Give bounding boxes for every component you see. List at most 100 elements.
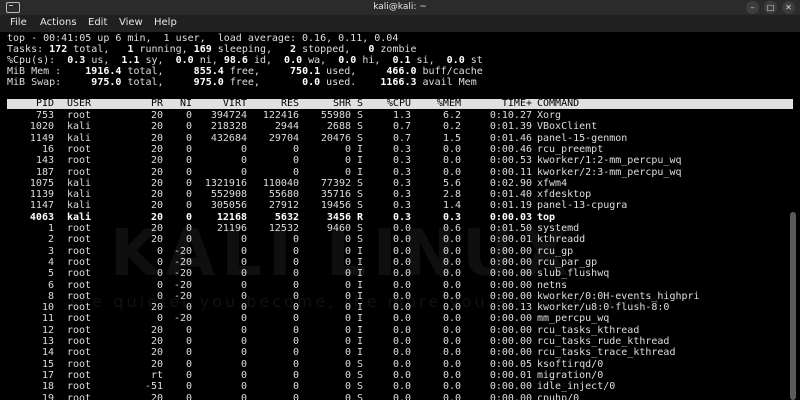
cell-ni: 0 (185, 132, 192, 144)
cell-time: 0:10.27 (489, 110, 532, 121)
cell-res: 122416 (262, 110, 299, 121)
menu-file[interactable]: File (10, 17, 27, 28)
cell-pid: 1147 (29, 200, 54, 212)
cell-cmd: kthreadd (537, 234, 586, 246)
cell-time: 0:00.00 (489, 279, 532, 291)
cell-cpu: 0.0 (392, 336, 411, 347)
cell-res: 0 (292, 166, 299, 178)
cell-pid: 1075 (29, 177, 54, 189)
cell-time: 0:00.00 (489, 324, 532, 336)
cell-pid: 3 (47, 245, 54, 257)
cell-cmd: idle_inject/0 (537, 381, 616, 393)
cell-shr: 9460 (326, 223, 351, 234)
cell-mem: 0.6 (442, 223, 461, 234)
cell-s: S (357, 110, 364, 121)
cell-time: 0:01.40 (489, 189, 532, 201)
cell-pid: 11 (41, 313, 54, 325)
table-row: 143 root 20 0 0 0 0 I 0.3 0.0 0:00.53 kworker/1:2-m… (7, 155, 793, 166)
cell-time: 0:01.46 (489, 132, 532, 144)
cell-user: kali (67, 189, 92, 201)
table-row: 12 root 20 0 0 0 0 I 0.0 0.0 0:00.00 rcu_tasks_kthr… (7, 325, 793, 336)
cell-virt: 552908 (210, 189, 247, 201)
table-row: 5 root 0 -20 0 0 0 I 0.0 0.0 0:00.00 slub_flushwq (7, 268, 793, 279)
menu-bar: File Actions Edit View Help (0, 15, 800, 32)
cell-virt: 218328 (210, 121, 247, 133)
cell-pr: 20 (150, 336, 163, 347)
menu-view[interactable]: View (119, 17, 143, 28)
cell-shr: 20476 (320, 132, 351, 144)
cell-ni: 0 (185, 347, 192, 359)
terminal-area[interactable]: KALI LINUX the quieter you become, the m… (0, 32, 800, 400)
cell-pid: 4063 (29, 211, 54, 223)
cell-virt: 0 (240, 256, 247, 268)
cell-ni: 0 (185, 392, 192, 400)
cell-ni: -20 (173, 245, 192, 257)
cell-cmd: Xorg (537, 110, 562, 121)
cell-virt: 0 (240, 166, 247, 178)
cell-virt: 305056 (210, 200, 247, 212)
cell-pid: 8 (47, 290, 54, 302)
cell-cpu: 0.0 (392, 234, 411, 246)
cell-cpu: 0.0 (392, 347, 411, 359)
cell-virt: 0 (240, 245, 247, 257)
cell-pr: 20 (150, 143, 163, 155)
cell-cpu: 0.3 (392, 189, 411, 201)
cell-pid: 5 (47, 268, 54, 280)
cell-pr: 0 (156, 245, 163, 257)
cell-cmd: kworker/u8:0-flush-8:0 (537, 302, 670, 314)
table-row: 11 root 0 -20 0 0 0 I 0.0 0.0 0:00.00 mm_percpu_wq (7, 313, 793, 324)
cell-s: I (357, 245, 364, 257)
cell-cmd: VBoxClient (537, 121, 598, 133)
cell-user: kali (67, 177, 92, 189)
column-header-ni: NI (179, 98, 192, 109)
cell-mem: 0.0 (442, 313, 461, 325)
cell-res: 0 (292, 245, 299, 257)
close-button[interactable]: ✕ (782, 1, 795, 14)
cell-pid: 1139 (29, 189, 54, 201)
cell-virt: 0 (240, 336, 247, 347)
cell-time: 0:00.03 (489, 211, 532, 223)
cell-time: 0:01.19 (489, 200, 532, 212)
cell-cpu: 0.0 (392, 302, 411, 314)
table-row: 8 root 0 -20 0 0 0 I 0.0 0.0 0:00.00 kworker/0:0H-e… (7, 291, 793, 302)
cell-mem: 2.8 (442, 189, 461, 201)
minimize-button[interactable]: – (746, 1, 759, 14)
cell-cmd: kworker/1:2-mm_percpu_wq (537, 155, 682, 167)
cell-user: kali (67, 132, 92, 144)
cell-mem: 0.0 (442, 347, 461, 359)
cell-cmd: cpuhp/0 (537, 392, 580, 400)
cell-user: root (67, 336, 92, 347)
column-header-virt: VIRT (222, 98, 247, 109)
cell-user: kali (67, 200, 92, 212)
menu-actions[interactable]: Actions (40, 17, 77, 28)
cell-res: 0 (292, 279, 299, 291)
cell-virt: 432684 (210, 132, 247, 144)
cell-cpu: 1.3 (392, 110, 411, 121)
cell-user: root (67, 313, 92, 325)
cell-shr: 0 (344, 143, 351, 155)
cell-pr: 0 (156, 290, 163, 302)
column-header-s: S (357, 98, 364, 109)
cell-pid: 1149 (29, 132, 54, 144)
table-row: 187 root 20 0 0 0 0 I 0.3 0.0 0:00.11 kworker/2:3-m… (7, 167, 793, 178)
cell-pr: 20 (150, 234, 163, 246)
cell-pid: 143 (35, 155, 54, 167)
column-header-res: RES (280, 98, 299, 109)
cell-time: 0:00.00 (489, 392, 532, 400)
cell-virt: 0 (240, 313, 247, 325)
cell-pid: 1020 (29, 121, 54, 133)
cell-mem: 0.0 (442, 369, 461, 381)
cell-pr: 20 (150, 166, 163, 178)
cell-res: 0 (292, 234, 299, 246)
cell-virt: 0 (240, 290, 247, 302)
menu-edit[interactable]: Edit (88, 17, 107, 28)
cell-pid: 4 (47, 256, 54, 268)
cell-cpu: 0.0 (392, 313, 411, 325)
terminal-scrollbar[interactable] (790, 212, 796, 400)
menu-help[interactable]: Help (154, 17, 177, 28)
maximize-button[interactable]: □ (764, 1, 777, 14)
cell-mem: 0.0 (442, 245, 461, 257)
cell-time: 0:00.00 (489, 256, 532, 268)
cell-s: S (357, 369, 364, 381)
cell-shr: 0 (344, 302, 351, 314)
